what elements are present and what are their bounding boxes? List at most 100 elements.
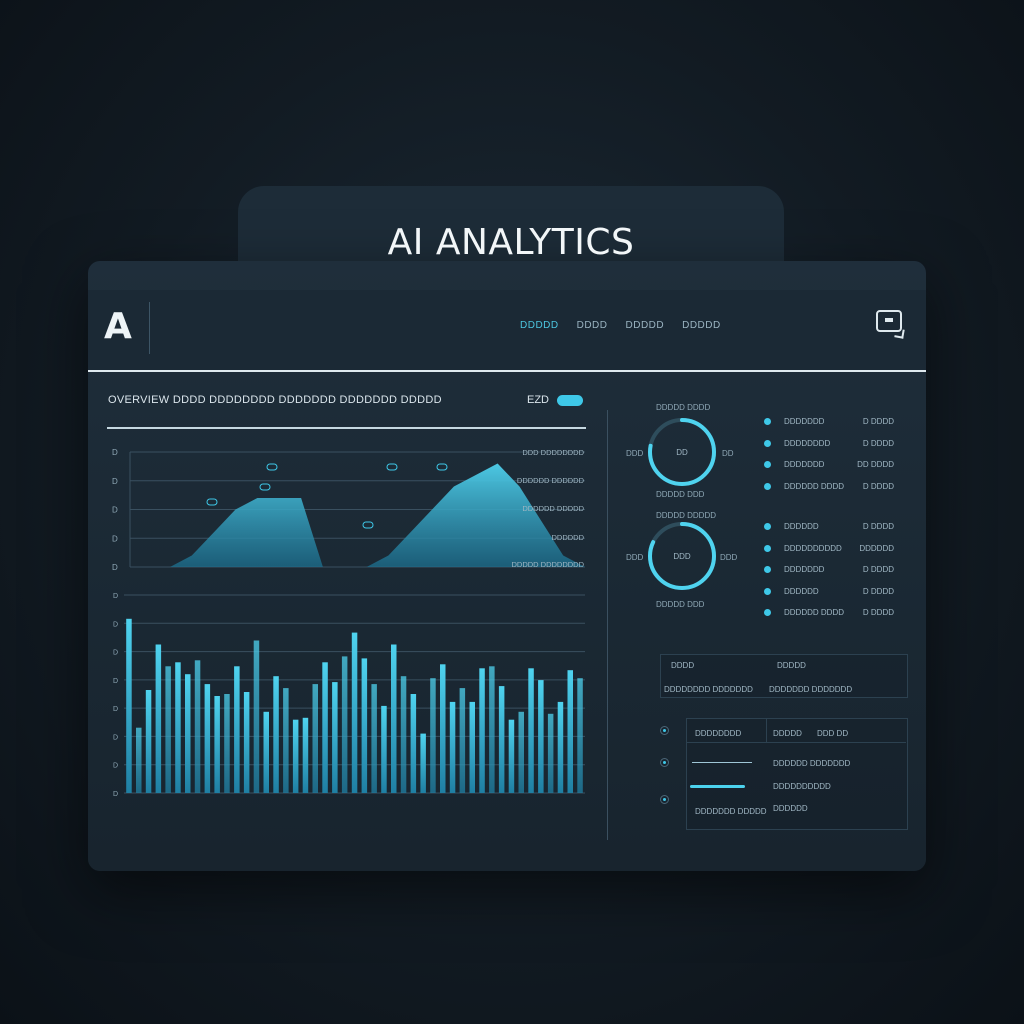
area-marker[interactable]: [259, 483, 271, 491]
detail-progress: [690, 785, 745, 788]
metric-row[interactable]: DDDDDDDDD DDDD: [762, 436, 898, 458]
bar[interactable]: [469, 701, 476, 793]
area-marker[interactable]: [206, 498, 218, 506]
metric-value: D DDDD: [862, 417, 894, 426]
metric-row[interactable]: DDDDDDD D DDDD: [762, 562, 898, 584]
summary-h2: DDDDD: [777, 661, 806, 670]
bar[interactable]: [273, 676, 279, 793]
bar[interactable]: [410, 694, 417, 793]
metric-list-a: DDDDDDD D DDDD DDDDDDDD D DDDD DDDDDDD DD DDD…: [762, 414, 898, 500]
detail-panel: DDDDDDDD DDDDD DDD DD DDDDDD DDDDDDD DDD…: [686, 718, 908, 830]
bar[interactable]: [126, 618, 132, 793]
bar[interactable]: [538, 680, 544, 793]
bar[interactable]: [214, 696, 220, 793]
metric-value: DDDDDD: [859, 543, 894, 553]
detail-h1: DDDDDDDD: [695, 729, 742, 738]
area-y-tick: D: [112, 448, 118, 457]
bar[interactable]: [400, 676, 407, 793]
bar[interactable]: [175, 662, 181, 793]
bar[interactable]: [440, 664, 446, 793]
radio-3[interactable]: [660, 795, 669, 804]
status-dot-icon: [764, 544, 771, 552]
metric-row[interactable]: DDDDDD DDDD D DDDD: [762, 605, 898, 627]
bar[interactable]: [263, 711, 270, 793]
bar[interactable]: [459, 688, 466, 793]
bar[interactable]: [430, 678, 436, 793]
metric-label: DDDDDD DDDD: [784, 481, 844, 491]
bar[interactable]: [351, 632, 358, 793]
radio-1[interactable]: [660, 726, 669, 735]
bar[interactable]: [283, 688, 289, 793]
area-marker[interactable]: [436, 463, 448, 471]
bar[interactable]: [332, 682, 338, 793]
bar[interactable]: [253, 640, 260, 794]
bar[interactable]: [136, 727, 142, 793]
metric-value: D DDDD: [862, 481, 894, 491]
bar[interactable]: [194, 660, 201, 793]
bar-y-tick: D: [113, 791, 118, 798]
bar[interactable]: [302, 717, 309, 793]
bar[interactable]: [155, 644, 162, 794]
metric-value: D DDDD: [862, 608, 894, 617]
area-marker[interactable]: [386, 463, 398, 471]
bar[interactable]: [518, 711, 525, 793]
bar[interactable]: [341, 656, 348, 793]
bar[interactable]: [489, 666, 495, 793]
bar[interactable]: [391, 644, 397, 794]
summary-row1: DDDDDDDD DDDDDDD: [664, 685, 753, 694]
bar[interactable]: [322, 662, 328, 793]
gauge-1-top: DDDDD DDDD: [656, 403, 711, 412]
metric-row[interactable]: DDDDDD D DDDD: [762, 519, 898, 541]
bar[interactable]: [547, 713, 554, 793]
bar[interactable]: [361, 658, 368, 793]
detail-r3: DDDDDD: [773, 804, 808, 813]
area-marker[interactable]: [362, 521, 374, 529]
nav-links: DDDDD DDDD DDDDD DDDDD: [520, 320, 721, 331]
bar[interactable]: [479, 668, 485, 793]
bar[interactable]: [165, 666, 171, 793]
app-logo[interactable]: A: [104, 306, 132, 347]
bar[interactable]: [381, 705, 387, 793]
bar[interactable]: [224, 694, 230, 793]
status-dot-icon: [764, 439, 771, 447]
bar[interactable]: [577, 678, 583, 793]
metric-label: DDDDDD: [784, 586, 819, 596]
bar-y-tick: D: [113, 650, 118, 657]
bar[interactable]: [420, 733, 426, 793]
bar[interactable]: [371, 684, 377, 793]
bar[interactable]: [312, 684, 319, 793]
chat-icon[interactable]: [876, 310, 902, 332]
nav-link-1[interactable]: DDDDD: [520, 320, 559, 331]
metric-row[interactable]: DDDDDD DDDD D DDDD: [762, 479, 898, 501]
nav-link-3[interactable]: DDDDD: [626, 320, 665, 331]
nav-link-4[interactable]: DDDDD: [682, 320, 721, 331]
bar[interactable]: [528, 668, 534, 793]
overview-toggle[interactable]: [557, 395, 583, 406]
metric-row[interactable]: DDDDDDD D DDDD: [762, 414, 898, 436]
bar[interactable]: [204, 684, 211, 793]
bar[interactable]: [508, 719, 515, 793]
gauge-1-bottom: DDDDD DDD: [656, 490, 705, 499]
radio-2[interactable]: [660, 758, 669, 767]
bar[interactable]: [185, 674, 191, 793]
metric-row[interactable]: DDDDDD D DDDD: [762, 584, 898, 606]
gauges: DDDDD: [648, 418, 716, 590]
bar[interactable]: [449, 701, 456, 793]
bar-y-tick: D: [113, 706, 118, 713]
metric-value: D DDDD: [862, 586, 894, 596]
status-dot-icon: [764, 587, 771, 595]
metric-value: DD DDDD: [857, 460, 894, 469]
area-marker[interactable]: [266, 463, 278, 471]
metric-row[interactable]: DDDDDDDDDD DDDDDD: [762, 541, 898, 563]
bar[interactable]: [567, 670, 574, 793]
bar[interactable]: [292, 719, 299, 793]
bar-y-tick: D: [113, 621, 118, 628]
gauge-1-right: DD: [722, 449, 734, 458]
bar[interactable]: [234, 666, 240, 793]
bar[interactable]: [557, 701, 564, 793]
bar[interactable]: [243, 692, 250, 793]
bar[interactable]: [145, 690, 152, 793]
bar[interactable]: [498, 686, 505, 793]
metric-row[interactable]: DDDDDDDDD DDDD: [762, 457, 898, 479]
nav-link-2[interactable]: DDDD: [577, 320, 608, 331]
